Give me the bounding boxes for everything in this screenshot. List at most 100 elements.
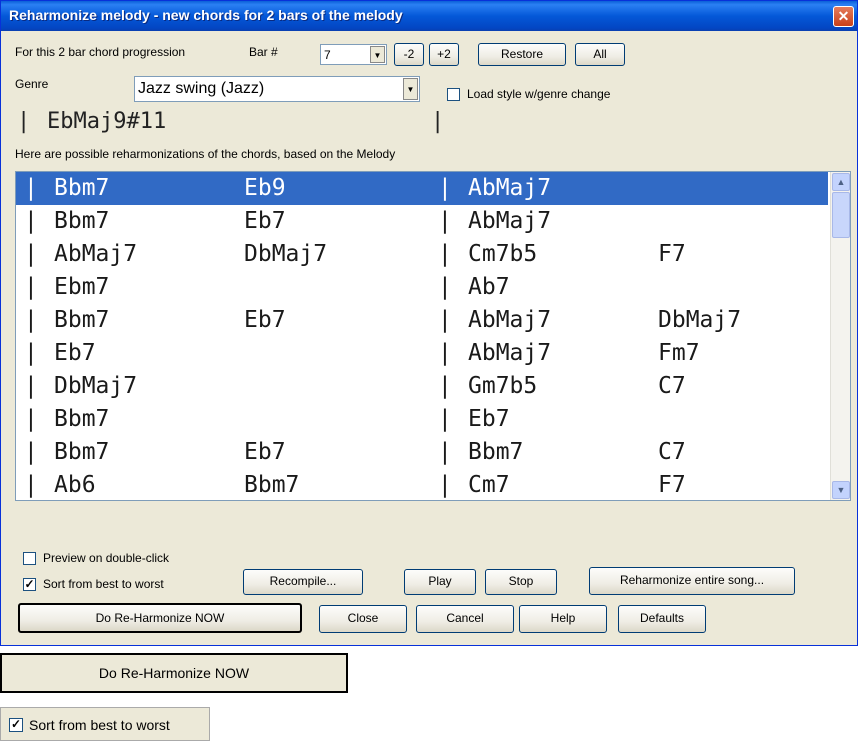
bar-separator: | [24, 406, 38, 432]
stop-button[interactable]: Stop [485, 569, 557, 595]
bar-number-select[interactable]: 7 ▼ [320, 44, 387, 65]
chord-cell: AbMaj7 [468, 340, 552, 366]
chord-cell: F7 [658, 241, 686, 267]
window-title: Reharmonize melody - new chords for 2 ba… [9, 7, 403, 23]
play-button[interactable]: Play [404, 569, 476, 595]
genre-select[interactable]: Jazz swing (Jazz) ▼ [134, 76, 420, 102]
chord-cell: Bbm7 [54, 406, 110, 432]
list-item[interactable]: | Bbm7 Eb9 | AbMaj7 [16, 172, 828, 205]
list-item[interactable]: | AbMaj7 DbMaj7 | Cm7b5 F7 [16, 238, 828, 271]
reharmonize-song-button[interactable]: Reharmonize entire song... [589, 567, 795, 595]
bar-separator: | [24, 307, 38, 333]
chord-cell: C7 [658, 439, 686, 465]
list-item[interactable]: | Bbm7 | Eb7 [16, 403, 828, 436]
chord-cell: DbMaj7 [244, 241, 328, 267]
help-button[interactable]: Help [519, 605, 607, 633]
chord-cell: Gm7b5 [468, 373, 538, 399]
sort-option-zoom-sample: ✓ Sort from best to worst [0, 707, 210, 741]
bar-separator: | [24, 373, 38, 399]
close-button[interactable]: Close [319, 605, 407, 633]
load-style-label: Load style w/genre change [467, 87, 611, 101]
chord-cell: Bbm7 [54, 439, 110, 465]
preview-label: Preview on double-click [43, 551, 170, 565]
list-item[interactable]: | Bbm7 Eb7 | AbMaj7 [16, 205, 828, 238]
chord-cell: Ab6 [54, 472, 96, 498]
vertical-scrollbar[interactable]: ▲ ▼ [830, 172, 850, 500]
chevron-down-icon[interactable]: ▼ [403, 78, 418, 100]
chord-cell: Cm7 [468, 472, 510, 498]
load-style-checkbox[interactable] [447, 88, 460, 101]
bar-separator: | [438, 373, 452, 399]
bar-separator: | [24, 472, 38, 498]
bar-separator: | [438, 472, 452, 498]
bar-separator: | [24, 241, 38, 267]
current-chord: EbMaj9#11 [47, 109, 167, 134]
chord-cell: Eb7 [54, 340, 96, 366]
close-window-button[interactable]: ✕ [833, 6, 854, 27]
chord-cell: Eb7 [244, 307, 286, 333]
preview-checkbox[interactable] [23, 552, 36, 565]
bar-plus-2-button[interactable]: +2 [429, 43, 459, 66]
bar-separator: | [24, 274, 38, 300]
list-item[interactable]: | Ebm7 | Ab7 [16, 271, 828, 304]
chord-cell: Ebm7 [54, 274, 110, 300]
bar-separator: | [438, 439, 452, 465]
list-item[interactable]: | DbMaj7 | Gm7b5 C7 [16, 370, 828, 403]
recompile-button[interactable]: Recompile... [243, 569, 363, 595]
progression-label: For this 2 bar chord progression [15, 45, 186, 59]
chord-cell: DbMaj7 [54, 373, 138, 399]
bar-separator: | [24, 208, 38, 234]
chevron-down-icon[interactable]: ▼ [370, 46, 385, 63]
chord-cell: C7 [658, 373, 686, 399]
list-item[interactable]: | Bbm7 Eb7 | AbMaj7 DbMaj7 [16, 304, 828, 337]
scroll-up-icon[interactable]: ▲ [832, 173, 850, 191]
restore-button[interactable]: Restore [478, 43, 566, 66]
all-button[interactable]: All [575, 43, 625, 66]
scroll-thumb[interactable] [832, 192, 850, 238]
chord-cell: DbMaj7 [658, 307, 742, 333]
chord-cell: Bbm7 [54, 307, 110, 333]
sort-zoom-label: Sort from best to worst [29, 717, 170, 733]
bar-separator: | [24, 175, 38, 201]
bar-minus-2-button[interactable]: -2 [394, 43, 424, 66]
sort-label: Sort from best to worst [43, 577, 164, 591]
chord-cell: Bbm7 [54, 175, 110, 201]
bar-separator: | [24, 439, 38, 465]
chord-cell: AbMaj7 [54, 241, 138, 267]
cancel-button[interactable]: Cancel [416, 605, 514, 633]
reharmonization-list[interactable]: | Bbm7 Eb9 | AbMaj7 | Bbm7 Eb7 | AbMaj7 | AbMaj7 DbM… [15, 171, 851, 501]
chord-cell: Bbm7 [244, 472, 300, 498]
do-reharmonize-button[interactable]: Do Re-Harmonize NOW [18, 603, 302, 633]
bar-number-value: 7 [324, 48, 331, 62]
chord-cell: Ab7 [468, 274, 510, 300]
genre-value: Jazz swing (Jazz) [138, 80, 265, 97]
scroll-down-icon[interactable]: ▼ [832, 481, 850, 499]
bar-separator: | [438, 307, 452, 333]
bar-separator: | [438, 241, 452, 267]
bar-separator: | [438, 340, 452, 366]
chord-cell: Fm7 [658, 340, 700, 366]
title-bar: Reharmonize melody - new chords for 2 ba… [1, 1, 857, 31]
sort-checkbox[interactable]: ✓ [23, 578, 36, 591]
list-item[interactable]: | Bbm7 Eb7 | Bbm7 C7 [16, 436, 828, 469]
chord-cell: AbMaj7 [468, 175, 552, 201]
list-item[interactable]: | Eb7 | AbMaj7 Fm7 [16, 337, 828, 370]
chord-cell: AbMaj7 [468, 208, 552, 234]
chord-cell: Bbm7 [468, 439, 524, 465]
chord-cell: Eb9 [244, 175, 286, 201]
list-item[interactable]: | Ab6 Bbm7 | Cm7 F7 [16, 469, 828, 500]
chord-cell: Cm7b5 [468, 241, 538, 267]
chord-cell: AbMaj7 [468, 307, 552, 333]
list-caption: Here are possible reharmonizations of th… [15, 147, 396, 161]
bar-separator: | [24, 340, 38, 366]
bar-separator: | [438, 274, 452, 300]
do-reharmonize-zoom-sample: Do Re-Harmonize NOW [0, 653, 348, 693]
chord-cell: Bbm7 [54, 208, 110, 234]
check-icon: ✓ [9, 717, 23, 732]
chord-cell: Eb7 [244, 208, 286, 234]
bar-separator: | [438, 175, 452, 201]
bar-separator: | [17, 109, 31, 134]
current-chords: | EbMaj9#11 | [15, 109, 845, 139]
chord-cell: Eb7 [468, 406, 510, 432]
defaults-button[interactable]: Defaults [618, 605, 706, 633]
